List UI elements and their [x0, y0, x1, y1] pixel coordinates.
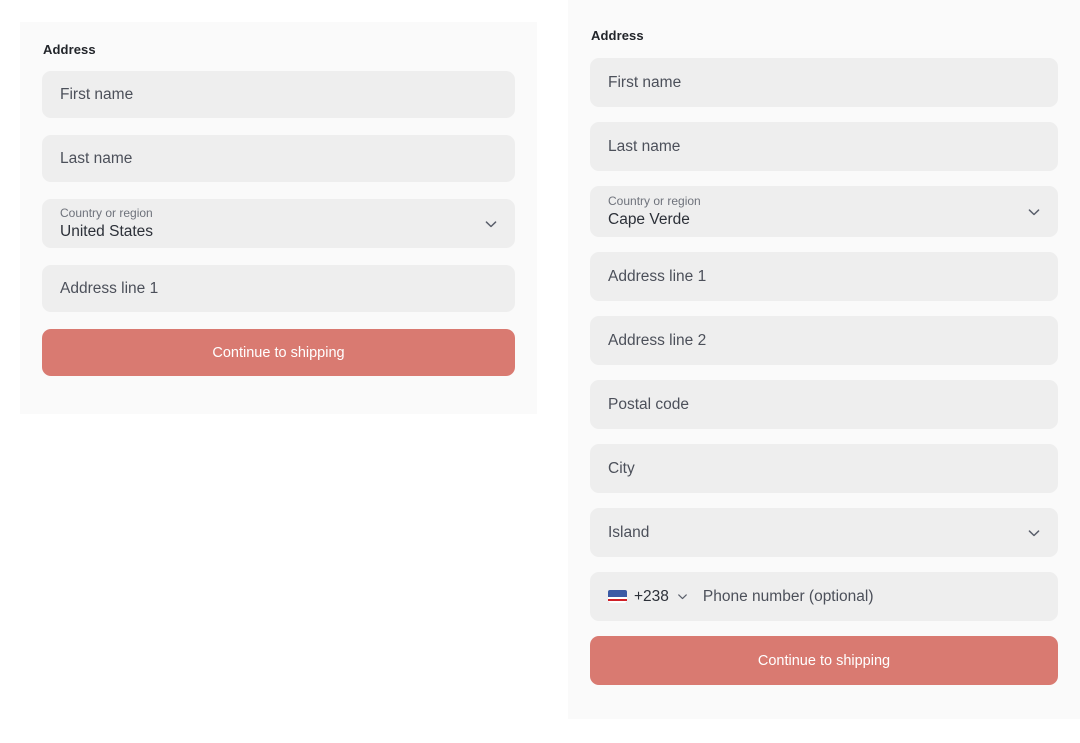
country-or-region-label: Country or region	[60, 206, 497, 221]
last-name-field[interactable]: Last name	[42, 135, 515, 182]
address-form-card-right: Address First name Last name Country or …	[568, 0, 1080, 719]
chevron-down-icon	[676, 590, 689, 603]
continue-to-shipping-button[interactable]: Continue to shipping	[42, 329, 515, 376]
page-title: Address	[42, 42, 515, 57]
first-name-placeholder: First name	[60, 87, 133, 103]
address-line-1-field[interactable]: Address line 1	[590, 252, 1058, 301]
country-or-region-select[interactable]: Country or region Cape Verde	[590, 186, 1058, 237]
address-form-card-left: Address First name Last name Country or …	[20, 22, 537, 414]
phone-number-field[interactable]: +238 Phone number (optional)	[590, 572, 1058, 621]
phone-dial-code: +238	[634, 589, 669, 605]
postal-code-placeholder: Postal code	[608, 397, 689, 413]
first-name-field[interactable]: First name	[590, 58, 1058, 107]
address-line-1-placeholder: Address line 1	[60, 281, 158, 297]
phone-country-code-select[interactable]: +238	[608, 589, 689, 605]
city-field[interactable]: City	[590, 444, 1058, 493]
address-line-1-field[interactable]: Address line 1	[42, 265, 515, 312]
first-name-field[interactable]: First name	[42, 71, 515, 118]
last-name-field[interactable]: Last name	[590, 122, 1058, 171]
island-placeholder: Island	[608, 525, 649, 541]
postal-code-field[interactable]: Postal code	[590, 380, 1058, 429]
address-line-1-placeholder: Address line 1	[608, 269, 706, 285]
continue-to-shipping-button[interactable]: Continue to shipping	[590, 636, 1058, 685]
country-or-region-label: Country or region	[608, 194, 1040, 209]
address-line-2-placeholder: Address line 2	[608, 333, 706, 349]
page-title: Address	[590, 28, 1058, 43]
country-or-region-value: United States	[60, 222, 497, 242]
last-name-placeholder: Last name	[608, 139, 680, 155]
screen-root: Address First name Last name Country or …	[0, 0, 1080, 743]
address-line-2-field[interactable]: Address line 2	[590, 316, 1058, 365]
first-name-placeholder: First name	[608, 75, 681, 91]
last-name-placeholder: Last name	[60, 151, 132, 167]
country-or-region-value: Cape Verde	[608, 210, 1040, 230]
phone-number-placeholder: Phone number (optional)	[703, 589, 874, 605]
island-select[interactable]: Island	[590, 508, 1058, 557]
chevron-down-icon	[1026, 525, 1042, 541]
city-placeholder: City	[608, 461, 635, 477]
country-or-region-select[interactable]: Country or region United States	[42, 199, 515, 248]
cape-verde-flag-icon	[608, 590, 627, 603]
